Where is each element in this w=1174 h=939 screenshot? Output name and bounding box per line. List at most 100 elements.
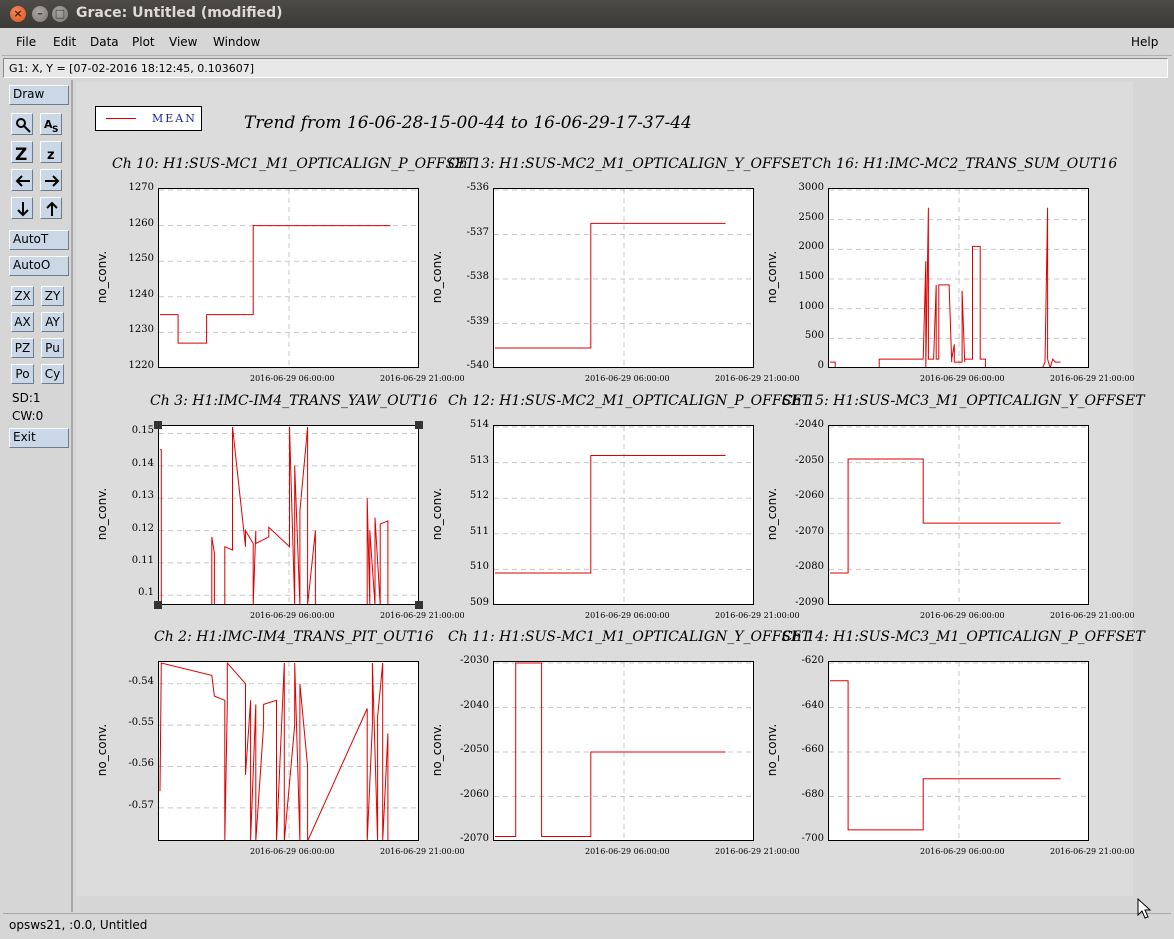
window-title: Grace: Untitled (modified)	[76, 5, 283, 21]
zoom-in-button[interactable]: Z	[11, 141, 33, 163]
scroll-up-button[interactable]	[40, 197, 62, 219]
zoom-button[interactable]	[11, 113, 33, 135]
y-tick-label: -0.57	[128, 799, 154, 811]
x-tick-label: 2016-06-29 06:00:00	[585, 374, 670, 383]
x-tick-label: 2016-06-29 21:00:00	[380, 611, 465, 620]
selection-handle[interactable]	[415, 421, 423, 429]
y-axis-label: no_conv.	[95, 723, 109, 777]
x-tick-label: 2016-06-29 21:00:00	[1050, 611, 1135, 620]
autotick-button[interactable]: AutoT	[9, 230, 69, 250]
push-zoom-button[interactable]: PZ	[11, 338, 34, 358]
y-tick-label: -540	[466, 360, 489, 371]
menu-plot[interactable]: Plot	[132, 35, 155, 49]
menu-bar: File Edit Data Plot View Window Help	[2, 28, 1172, 56]
exit-button[interactable]: Exit	[9, 428, 69, 448]
chart-panel[interactable]	[828, 661, 1089, 841]
chart-title: Ch 12: H1:SUS-MC2_M1_OPTICALIGN_P_OFFSET	[448, 393, 811, 409]
toolbar: Draw AS Z z AutoT AutoO ZX ZY AX AY PZ P…	[3, 80, 73, 912]
y-tick-label: -537	[466, 226, 489, 238]
y-tick-label: 0.11	[131, 554, 154, 566]
chart-title: Ch 11: H1:SUS-MC1_M1_OPTICALIGN_Y_OFFSET	[448, 629, 811, 645]
selection-handle[interactable]	[415, 601, 423, 609]
y-tick-label: -640	[801, 699, 824, 711]
y-tick-label: 1230	[128, 324, 154, 336]
zoom-out-button[interactable]: z	[40, 141, 62, 163]
horizontal-scroll-area[interactable]	[76, 897, 1133, 911]
menu-window[interactable]: Window	[213, 35, 260, 49]
y-tick-label: 1220	[128, 360, 154, 371]
y-tick-label: 512	[469, 490, 489, 502]
x-tick-label: 2016-06-29 06:00:00	[585, 611, 670, 620]
menu-edit[interactable]: Edit	[53, 35, 76, 49]
chart-title: Ch 15: H1:SUS-MC3_M1_OPTICALIGN_Y_OFFSET	[782, 393, 1145, 409]
x-tick-label: 2016-06-29 06:00:00	[920, 374, 1005, 383]
x-tick-label: 2016-06-29 21:00:00	[715, 374, 800, 383]
y-axis-label: no_conv.	[765, 250, 779, 304]
chart-title: Ch 14: H1:SUS-MC3_M1_OPTICALIGN_P_OFFSET	[782, 629, 1145, 645]
maximize-window-button[interactable]: □	[52, 6, 68, 22]
selection-handle[interactable]	[154, 421, 162, 429]
zoom-out-icon: z	[47, 148, 55, 162]
autoscale-x-button[interactable]: AX	[11, 312, 34, 332]
autoscale-y-button[interactable]: AY	[41, 312, 64, 332]
y-tick-label: 500	[804, 330, 824, 342]
x-tick-label: 2016-06-29 06:00:00	[250, 847, 335, 856]
y-tick-label: -700	[801, 833, 824, 844]
y-tick-label: 0.15	[131, 425, 154, 437]
scroll-left-button[interactable]	[11, 169, 33, 191]
draw-button[interactable]: Draw	[9, 85, 69, 105]
svg-text:Z: Z	[15, 145, 27, 162]
y-tick-label: 2500	[798, 211, 824, 223]
y-tick-label: 513	[469, 454, 489, 466]
y-tick-label: 0.12	[131, 522, 154, 534]
y-tick-label: -2050	[795, 454, 824, 466]
chart-title: Ch 2: H1:IMC-IM4_TRANS_PIT_OUT16	[154, 629, 434, 645]
legend-box[interactable]: MEAN	[95, 106, 202, 131]
chart-panel[interactable]	[828, 425, 1089, 605]
chart-svg	[159, 189, 418, 367]
x-tick-label: 2016-06-29 21:00:00	[715, 847, 800, 856]
window-titlebar: × – □ Grace: Untitled (modified)	[0, 0, 1174, 28]
autoscale-on-button[interactable]: AutoO	[9, 256, 69, 276]
y-axis-label: no_conv.	[95, 487, 109, 541]
zoom-y-button[interactable]: ZY	[41, 286, 64, 306]
chart-title: Ch 13: H1:SUS-MC2_M1_OPTICALIGN_Y_OFFSET	[448, 156, 811, 172]
pop-zoom-button[interactable]: Pu	[41, 338, 64, 358]
y-tick-label: 510	[469, 561, 489, 573]
pop-button[interactable]: Po	[11, 364, 34, 384]
chart-panel[interactable]	[158, 425, 419, 605]
y-tick-label: -620	[801, 655, 824, 666]
scroll-right-button[interactable]	[40, 169, 62, 191]
series-line	[830, 207, 1061, 367]
y-tick-label: -2080	[795, 561, 824, 573]
y-tick-label: 1270	[128, 182, 154, 193]
menu-file[interactable]: File	[16, 35, 36, 49]
series-line	[160, 426, 389, 604]
x-tick-label: 2016-06-29 06:00:00	[920, 847, 1005, 856]
menu-view[interactable]: View	[169, 35, 197, 49]
chart-panel[interactable]	[158, 661, 419, 841]
chart-title: Ch 3: H1:IMC-IM4_TRANS_YAW_OUT16	[150, 393, 438, 409]
y-tick-label: -0.56	[128, 758, 154, 770]
scroll-down-button[interactable]	[11, 197, 33, 219]
y-tick-label: -2070	[795, 525, 824, 537]
menu-data[interactable]: Data	[90, 35, 119, 49]
y-tick-label: -2050	[460, 744, 489, 755]
x-tick-label: 2016-06-29 06:00:00	[250, 374, 335, 383]
series-line	[830, 458, 1061, 574]
chart-panel[interactable]	[158, 188, 419, 368]
menu-help[interactable]: Help	[1131, 35, 1158, 49]
chart-panel[interactable]	[493, 661, 754, 841]
chart-panel[interactable]	[493, 188, 754, 368]
autoscale-text-button[interactable]: AS	[40, 113, 62, 135]
cycle-button[interactable]: Cy	[41, 364, 64, 384]
y-tick-label: 0.1	[138, 587, 154, 599]
y-tick-label: -2060	[795, 490, 824, 502]
chart-panel[interactable]	[828, 188, 1089, 368]
zoom-x-button[interactable]: ZX	[11, 286, 34, 306]
close-window-button[interactable]: ×	[10, 6, 26, 22]
selection-handle[interactable]	[154, 601, 162, 609]
minimize-window-button[interactable]: –	[32, 6, 48, 22]
chart-panel[interactable]	[493, 425, 754, 605]
vertical-scroll-area[interactable]	[1134, 82, 1164, 896]
